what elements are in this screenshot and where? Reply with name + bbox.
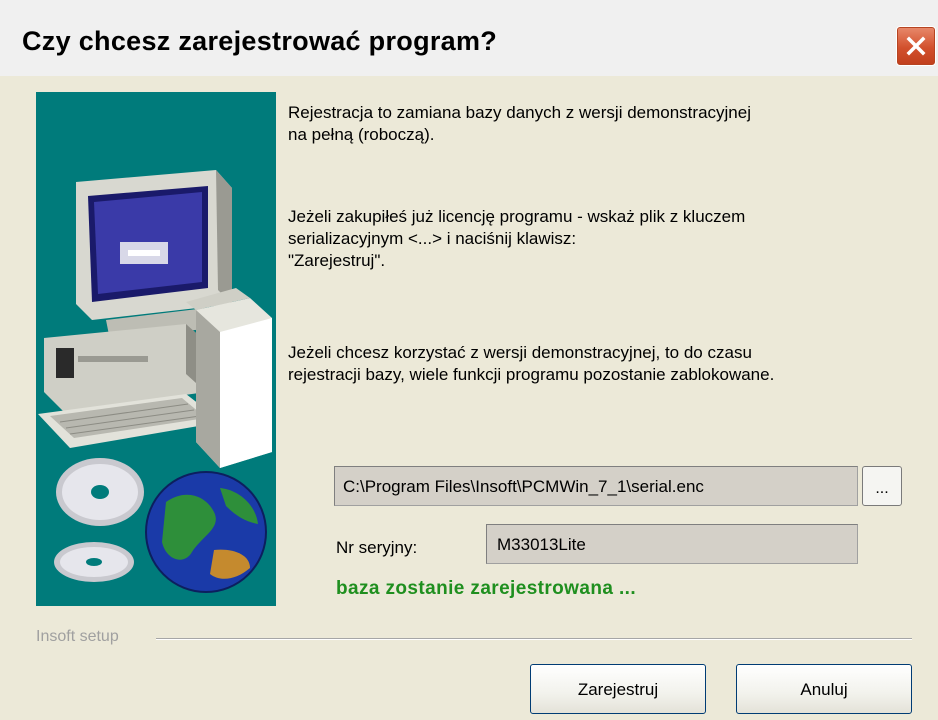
serial-number-field[interactable]: M33013Lite <box>486 524 858 564</box>
registration-dialog: Czy chcesz zarejestrować program? Rejest… <box>0 0 938 720</box>
message-registration-info: Rejestracja to zamiana bazy danych z wer… <box>288 103 751 144</box>
computer-cd-globe-illustration <box>36 92 276 606</box>
serial-number-label: Nr seryjny: <box>336 538 418 557</box>
title-bar[interactable]: Czy chcesz zarejestrować program? <box>0 0 938 77</box>
message-demo-warning: Jeżeli chcesz korzystać z wersji demonst… <box>288 343 775 384</box>
setup-illustration-icon <box>36 92 276 606</box>
browse-button[interactable]: ... <box>862 466 902 506</box>
message-license-instructions: Jeżeli zakupiłeś już licencję programu -… <box>288 207 746 270</box>
cancel-button[interactable]: Anuluj <box>736 664 912 714</box>
license-file-path-field[interactable]: C:\Program Files\Insoft\PCMWin_7_1\seria… <box>334 466 858 506</box>
register-button[interactable]: Zarejestruj <box>530 664 706 714</box>
close-icon <box>906 36 926 56</box>
close-button[interactable] <box>896 26 936 66</box>
dialog-title: Czy chcesz zarejestrować program? <box>22 26 498 56</box>
group-label: Insoft setup <box>36 628 119 645</box>
group-divider <box>156 638 912 640</box>
dialog-content: Rejestracja to zamiana bazy danych z wer… <box>0 76 938 720</box>
registration-status-text: baza zostanie zarejestrowana ... <box>336 578 637 599</box>
